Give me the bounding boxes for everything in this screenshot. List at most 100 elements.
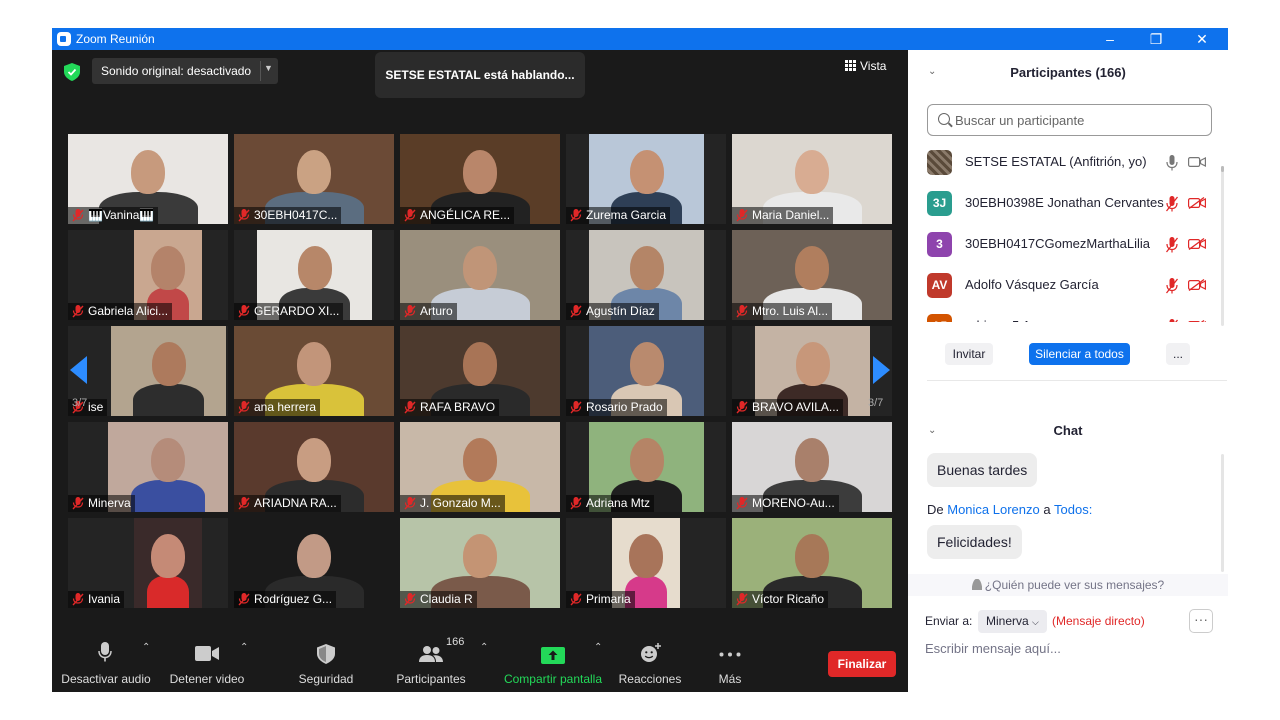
participant-video-tile[interactable]: Gabriela Alici... [68, 230, 228, 320]
avatar: A5 [927, 314, 952, 322]
minimize-icon[interactable]: – [1088, 28, 1132, 50]
muted-microphone-icon [404, 497, 416, 510]
participant-video-tile[interactable]: Mtro. Luis Al... [732, 230, 892, 320]
muted-microphone-icon[interactable] [1166, 319, 1178, 322]
participants-more-button[interactable]: ... [1166, 343, 1190, 365]
more-button[interactable]: Más [706, 630, 754, 692]
previous-page-arrow-icon[interactable] [70, 356, 87, 384]
participant-video-tile[interactable]: Primaria [566, 518, 726, 608]
participant-row[interactable]: A5 adriana 5 A [908, 306, 1218, 322]
video-camera-icon [195, 646, 219, 661]
participant-video-tile[interactable]: ise [68, 326, 228, 416]
video-label: Detener video [169, 672, 245, 686]
view-label: Vista [860, 59, 887, 73]
microphone-icon[interactable] [1166, 155, 1178, 171]
person-icon [971, 579, 982, 590]
muted-microphone-icon [570, 593, 582, 606]
video-options-chevron-icon[interactable]: ⌃ [240, 642, 248, 653]
participant-name: 30EBH0417CGomezMarthaLilia [965, 236, 1150, 251]
mute-all-button[interactable]: Silenciar a todos [1029, 343, 1130, 365]
recipient-dropdown[interactable]: Minerva ⌵ [978, 610, 1047, 633]
participant-video-tile[interactable]: ana herrera [234, 326, 394, 416]
muted-microphone-icon [404, 593, 416, 606]
share-screen-button[interactable]: Compartir pantalla [500, 630, 606, 692]
participant-video-tile[interactable]: 🎹Vanina🎹 [68, 134, 228, 224]
participant-video-tile[interactable]: MORENO-Au... [732, 422, 892, 512]
participant-body [133, 384, 204, 416]
participant-video-tile[interactable]: Arturo [400, 230, 560, 320]
participant-video-tile[interactable]: 30EBH0417C... [234, 134, 394, 224]
sender-name[interactable]: Monica Lorenzo [947, 502, 1040, 517]
participant-name-label: 30EBH0417C... [234, 207, 342, 224]
participant-video-tile[interactable]: Zurema Garcia [566, 134, 726, 224]
participant-video-tile[interactable]: Adriana Mtz [566, 422, 726, 512]
next-page-arrow-icon[interactable] [873, 356, 890, 384]
muted-microphone-icon[interactable] [1166, 237, 1178, 253]
participant-video-tile[interactable]: Rosario Prado [566, 326, 726, 416]
muted-microphone-icon[interactable] [1166, 196, 1178, 212]
chat-message-input[interactable]: Escribir mensaje aquí... [925, 641, 1061, 656]
participants-scrollbar[interactable] [1221, 166, 1224, 326]
participant-video-tile[interactable]: J. Gonzalo M... [400, 422, 560, 512]
muted-microphone-icon [238, 209, 250, 222]
muted-microphone-icon [238, 305, 250, 318]
participant-video-tile[interactable]: Maria Daniel... [732, 134, 892, 224]
participant-video-tile[interactable]: GERARDO XI... [234, 230, 394, 320]
stop-video-button[interactable]: Detener video [164, 630, 250, 692]
participant-search-input[interactable]: Buscar un participante [927, 104, 1212, 136]
security-button[interactable]: Seguridad [292, 630, 360, 692]
share-options-chevron-icon[interactable]: ⌃ [594, 642, 602, 653]
microphone-icon [98, 642, 112, 662]
end-meeting-button[interactable]: Finalizar [828, 651, 896, 677]
invite-button[interactable]: Invitar [945, 343, 993, 365]
participants-options-chevron-icon[interactable]: ⌃ [480, 642, 488, 653]
participant-row[interactable]: 3 30EBH0417CGomezMarthaLilia [908, 224, 1218, 265]
participant-name-label: BRAVO AVILA... [732, 399, 843, 416]
participant-video-tile[interactable]: Rodríguez G... [234, 518, 394, 608]
chevron-down-icon[interactable]: ▼ [264, 63, 273, 73]
participant-face [630, 342, 664, 386]
muted-microphone-icon [570, 401, 582, 414]
recipient-value: Minerva [986, 614, 1029, 628]
restore-icon[interactable]: ❐ [1134, 28, 1178, 50]
participant-video-tile[interactable]: Ivania [68, 518, 228, 608]
participant-face [795, 438, 829, 482]
search-placeholder: Buscar un participante [955, 113, 1085, 128]
participant-row[interactable]: 3J 30EBH0398E Jonathan Cervantes [908, 183, 1218, 224]
participant-video-tile[interactable]: Minerva [68, 422, 228, 512]
video-off-icon[interactable] [1188, 197, 1206, 209]
video-off-icon[interactable] [1188, 238, 1206, 250]
chat-scrollbar[interactable] [1221, 454, 1224, 572]
close-icon[interactable]: ✕ [1180, 28, 1224, 50]
muted-microphone-icon [736, 497, 748, 510]
participant-video-tile[interactable]: Claudia R [400, 518, 560, 608]
participant-video-tile[interactable]: Agustín Díaz [566, 230, 726, 320]
participant-video-tile[interactable]: Víctor Ricaño [732, 518, 892, 608]
video-camera-icon[interactable] [1188, 156, 1206, 168]
chat-more-button[interactable]: ··· [1189, 609, 1213, 633]
video-off-icon[interactable] [1188, 279, 1206, 291]
muted-microphone-icon[interactable] [1166, 278, 1178, 294]
participant-row[interactable]: AV Adolfo Vásquez García [908, 265, 1218, 306]
participant-name-label: ARIADNA RA... [234, 495, 341, 512]
participant-video-tile[interactable]: RAFA BRAVO [400, 326, 560, 416]
scroll-thumb[interactable] [1221, 166, 1224, 172]
participant-video-tile[interactable]: ANGÉLICA RE... [400, 134, 560, 224]
participant-row[interactable]: SETSE ESTATAL (Anfitrión, yo) [908, 142, 1218, 183]
message-visibility-info[interactable]: ¿Quién puede ver sus mensajes? [908, 574, 1228, 596]
video-off-icon[interactable] [1188, 320, 1206, 322]
participants-icon [419, 646, 443, 662]
audio-options-chevron-icon[interactable]: ⌃ [142, 642, 150, 653]
more-label: Más [718, 672, 742, 686]
mute-audio-button[interactable]: Desactivar audio [52, 630, 160, 692]
panel-divider [927, 380, 1227, 381]
recipient-name[interactable]: Todos: [1054, 502, 1092, 517]
view-button[interactable]: Vista [845, 59, 886, 83]
original-sound-button[interactable]: Sonido original: desactivado ▼ [92, 58, 278, 84]
participant-video-tile[interactable]: ARIADNA RA... [234, 422, 394, 512]
gallery-grid-icon [845, 60, 856, 71]
participant-face [463, 438, 497, 482]
reactions-button[interactable]: Reacciones [614, 630, 686, 692]
participants-button[interactable]: 166 Participantes [392, 630, 470, 692]
encryption-shield-icon[interactable] [64, 63, 80, 81]
